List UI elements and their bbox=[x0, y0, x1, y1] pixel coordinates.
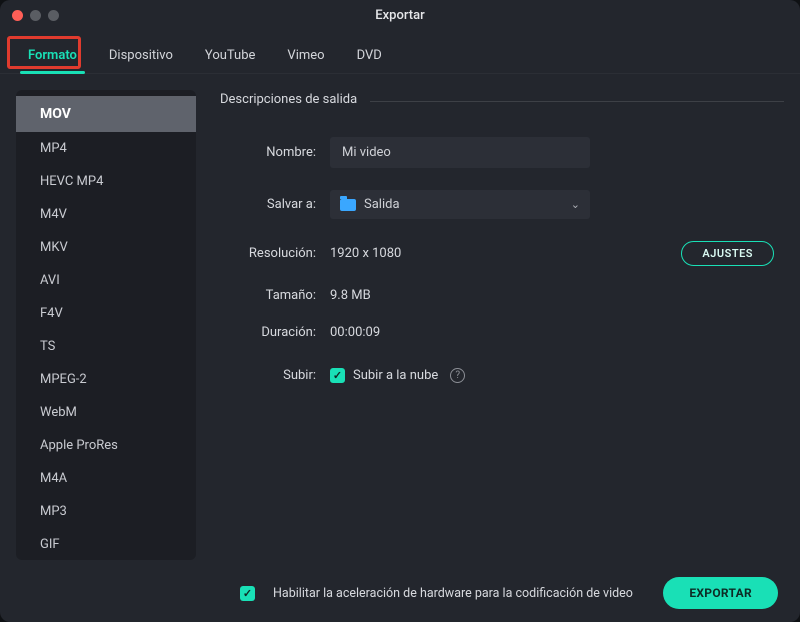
titlebar: Exportar bbox=[0, 0, 800, 30]
label-tamano: Tamaño: bbox=[220, 288, 330, 303]
row-resolucion: Resolución: 1920 x 1080 AJUSTES bbox=[220, 241, 784, 266]
maximize-icon[interactable] bbox=[48, 10, 59, 21]
help-icon[interactable]: ? bbox=[450, 368, 465, 383]
chevron-down-icon: ⌄ bbox=[571, 198, 580, 211]
content-area: MOVMP4HEVC MP4M4VMKVAVIF4VTSMPEG-2WebMAp… bbox=[0, 74, 800, 564]
tab-youtube[interactable]: YouTube bbox=[189, 40, 272, 73]
format-item-m4a[interactable]: M4A bbox=[16, 462, 196, 495]
label-duracion: Duración: bbox=[220, 325, 330, 340]
form: Nombre: Salvar a: Salida ⌄ Resolución: 1… bbox=[220, 137, 784, 383]
minimize-icon[interactable] bbox=[30, 10, 41, 21]
tab-vimeo[interactable]: Vimeo bbox=[271, 40, 340, 73]
label-nombre: Nombre: bbox=[220, 145, 330, 160]
value-resolucion: 1920 x 1080 bbox=[330, 246, 401, 261]
format-item-f4v[interactable]: F4V bbox=[16, 297, 196, 330]
select-salvar-value: Salida bbox=[364, 197, 400, 212]
format-item-webm[interactable]: WebM bbox=[16, 396, 196, 429]
format-item-mov[interactable]: MOV bbox=[16, 96, 196, 132]
value-tamano: 9.8 MB bbox=[330, 288, 371, 303]
format-item-m4v[interactable]: M4V bbox=[16, 198, 196, 231]
settings-panel: Descripciones de salida Nombre: Salvar a… bbox=[220, 90, 784, 560]
tab-dispositivo[interactable]: Dispositivo bbox=[93, 40, 189, 73]
section-title: Descripciones de salida bbox=[220, 92, 784, 113]
input-nombre[interactable] bbox=[330, 137, 590, 168]
folder-icon bbox=[340, 199, 356, 211]
checkbox-hwaccel[interactable]: ✓ bbox=[240, 586, 255, 601]
label-resolucion: Resolución: bbox=[220, 246, 330, 261]
tab-formato[interactable]: Formato bbox=[12, 40, 93, 73]
close-icon[interactable] bbox=[12, 10, 23, 21]
tab-dvd[interactable]: DVD bbox=[341, 40, 398, 73]
row-duracion: Duración: 00:00:09 bbox=[220, 325, 784, 340]
export-dialog: Exportar Formato Dispositivo YouTube Vim… bbox=[0, 0, 800, 622]
format-item-ts[interactable]: TS bbox=[16, 330, 196, 363]
format-item-hevc-mp4[interactable]: HEVC MP4 bbox=[16, 165, 196, 198]
label-salvar: Salvar a: bbox=[220, 197, 330, 212]
row-subir: Subir: ✓ Subir a la nube ? bbox=[220, 368, 784, 383]
window-controls bbox=[0, 10, 59, 21]
row-salvar: Salvar a: Salida ⌄ bbox=[220, 190, 784, 219]
format-item-gif[interactable]: GIF bbox=[16, 528, 196, 560]
format-item-mp4[interactable]: MP4 bbox=[16, 132, 196, 165]
format-item-mkv[interactable]: MKV bbox=[16, 231, 196, 264]
ajustes-button[interactable]: AJUSTES bbox=[681, 241, 774, 266]
label-subir: Subir: bbox=[220, 368, 330, 383]
format-list: MOVMP4HEVC MP4M4VMKVAVIF4VTSMPEG-2WebMAp… bbox=[16, 90, 196, 560]
format-item-mpeg-2[interactable]: MPEG-2 bbox=[16, 363, 196, 396]
footer: ✓ Habilitar la aceleración de hardware p… bbox=[0, 564, 800, 622]
row-tamano: Tamaño: 9.8 MB bbox=[220, 288, 784, 303]
window-title: Exportar bbox=[0, 8, 800, 23]
checkbox-subir[interactable]: ✓ bbox=[330, 368, 345, 383]
format-item-avi[interactable]: AVI bbox=[16, 264, 196, 297]
value-duracion: 00:00:09 bbox=[330, 325, 380, 340]
format-item-apple-prores[interactable]: Apple ProRes bbox=[16, 429, 196, 462]
export-tabs: Formato Dispositivo YouTube Vimeo DVD bbox=[0, 30, 800, 74]
format-item-mp3[interactable]: MP3 bbox=[16, 495, 196, 528]
export-button[interactable]: EXPORTAR bbox=[663, 577, 778, 609]
row-nombre: Nombre: bbox=[220, 137, 784, 168]
select-salvar[interactable]: Salida ⌄ bbox=[330, 190, 590, 219]
label-hwaccel: Habilitar la aceleración de hardware par… bbox=[273, 586, 633, 601]
checkbox-subir-label: Subir a la nube bbox=[353, 368, 438, 383]
